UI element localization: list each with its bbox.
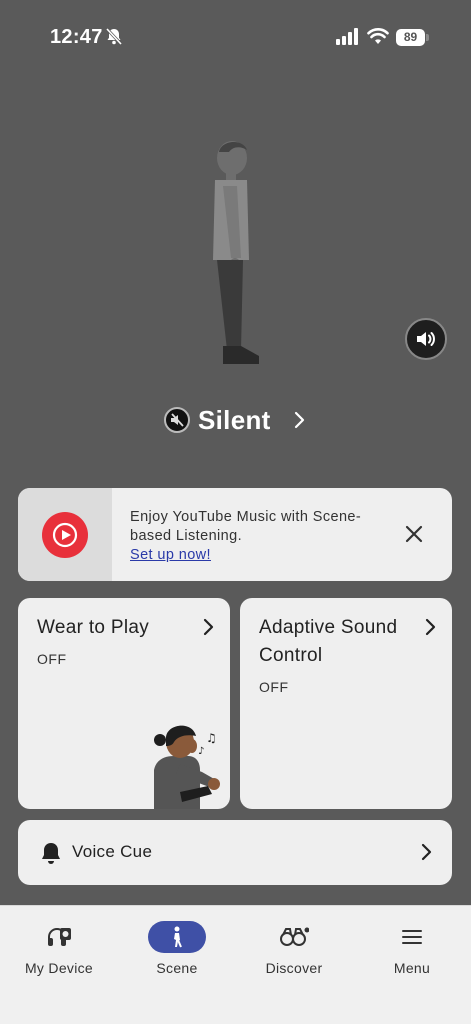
nav-discover[interactable]: Discover xyxy=(235,920,353,976)
wear-to-play-status: OFF xyxy=(37,651,67,667)
wear-to-play-title: Wear to Play xyxy=(37,617,150,638)
nav-label: My Device xyxy=(24,960,94,976)
wear-to-play-card[interactable]: Wear to Play OFF ♫ ♪ xyxy=(18,598,230,809)
silent-scene-icon xyxy=(164,407,190,433)
adaptive-sound-title: Adaptive Sound Control xyxy=(259,617,398,666)
chevron-right-icon xyxy=(203,618,214,636)
svg-text:♪: ♪ xyxy=(198,746,204,757)
binoculars-icon xyxy=(280,927,309,946)
bottom-navigation: My Device Scene Discover Menu xyxy=(0,905,471,1024)
setup-now-link[interactable]: Set up now! xyxy=(130,546,390,565)
promo-logo-area xyxy=(18,488,112,581)
nav-active-pill xyxy=(148,921,206,953)
standing-person-illustration xyxy=(213,141,259,364)
adaptive-sound-control-card[interactable]: Adaptive Sound Control OFF xyxy=(240,598,452,809)
signal-icon xyxy=(336,28,358,45)
close-icon[interactable] xyxy=(402,522,426,546)
svg-text:♫: ♫ xyxy=(206,731,217,745)
person-listening-illustration: ♫ ♪ xyxy=(154,725,220,809)
battery-indicator: 89 xyxy=(396,29,425,46)
promo-text-block: Enjoy YouTube Music with Scene-based Lis… xyxy=(130,508,390,565)
chevron-right-icon xyxy=(425,618,436,636)
walking-person-icon xyxy=(174,926,182,948)
voice-cue-row[interactable]: Voice Cue xyxy=(18,820,452,885)
battery-tip xyxy=(426,34,429,41)
speaker-button[interactable] xyxy=(405,318,447,360)
status-time: 12:47 xyxy=(50,26,103,48)
speaker-icon xyxy=(417,332,435,346)
bell-icon xyxy=(42,843,60,864)
nav-my-device[interactable]: My Device xyxy=(0,920,118,976)
status-bar: 12:47 89 xyxy=(0,0,471,76)
nav-scene[interactable]: Scene xyxy=(118,920,236,976)
nav-label: Scene xyxy=(156,960,198,976)
nav-menu[interactable]: Menu xyxy=(353,920,471,976)
chevron-right-icon xyxy=(421,843,432,861)
menu-icon xyxy=(402,930,422,944)
adaptive-sound-status: OFF xyxy=(259,679,289,695)
nav-label: Discover xyxy=(265,960,323,976)
youtube-music-logo xyxy=(42,511,88,558)
scene-name: Silent xyxy=(198,404,271,435)
headphones-icon xyxy=(48,928,71,946)
chevron-right-icon xyxy=(294,411,304,429)
promo-text: Enjoy YouTube Music with Scene-based Lis… xyxy=(130,509,362,544)
nav-label: Menu xyxy=(393,960,431,976)
voice-cue-label: Voice Cue xyxy=(72,842,153,861)
youtube-music-promo-card[interactable]: Enjoy YouTube Music with Scene-based Lis… xyxy=(18,488,452,581)
wifi-icon xyxy=(367,28,389,44)
scene-selector[interactable]: Silent xyxy=(164,400,305,440)
bell-muted-icon xyxy=(105,27,123,46)
